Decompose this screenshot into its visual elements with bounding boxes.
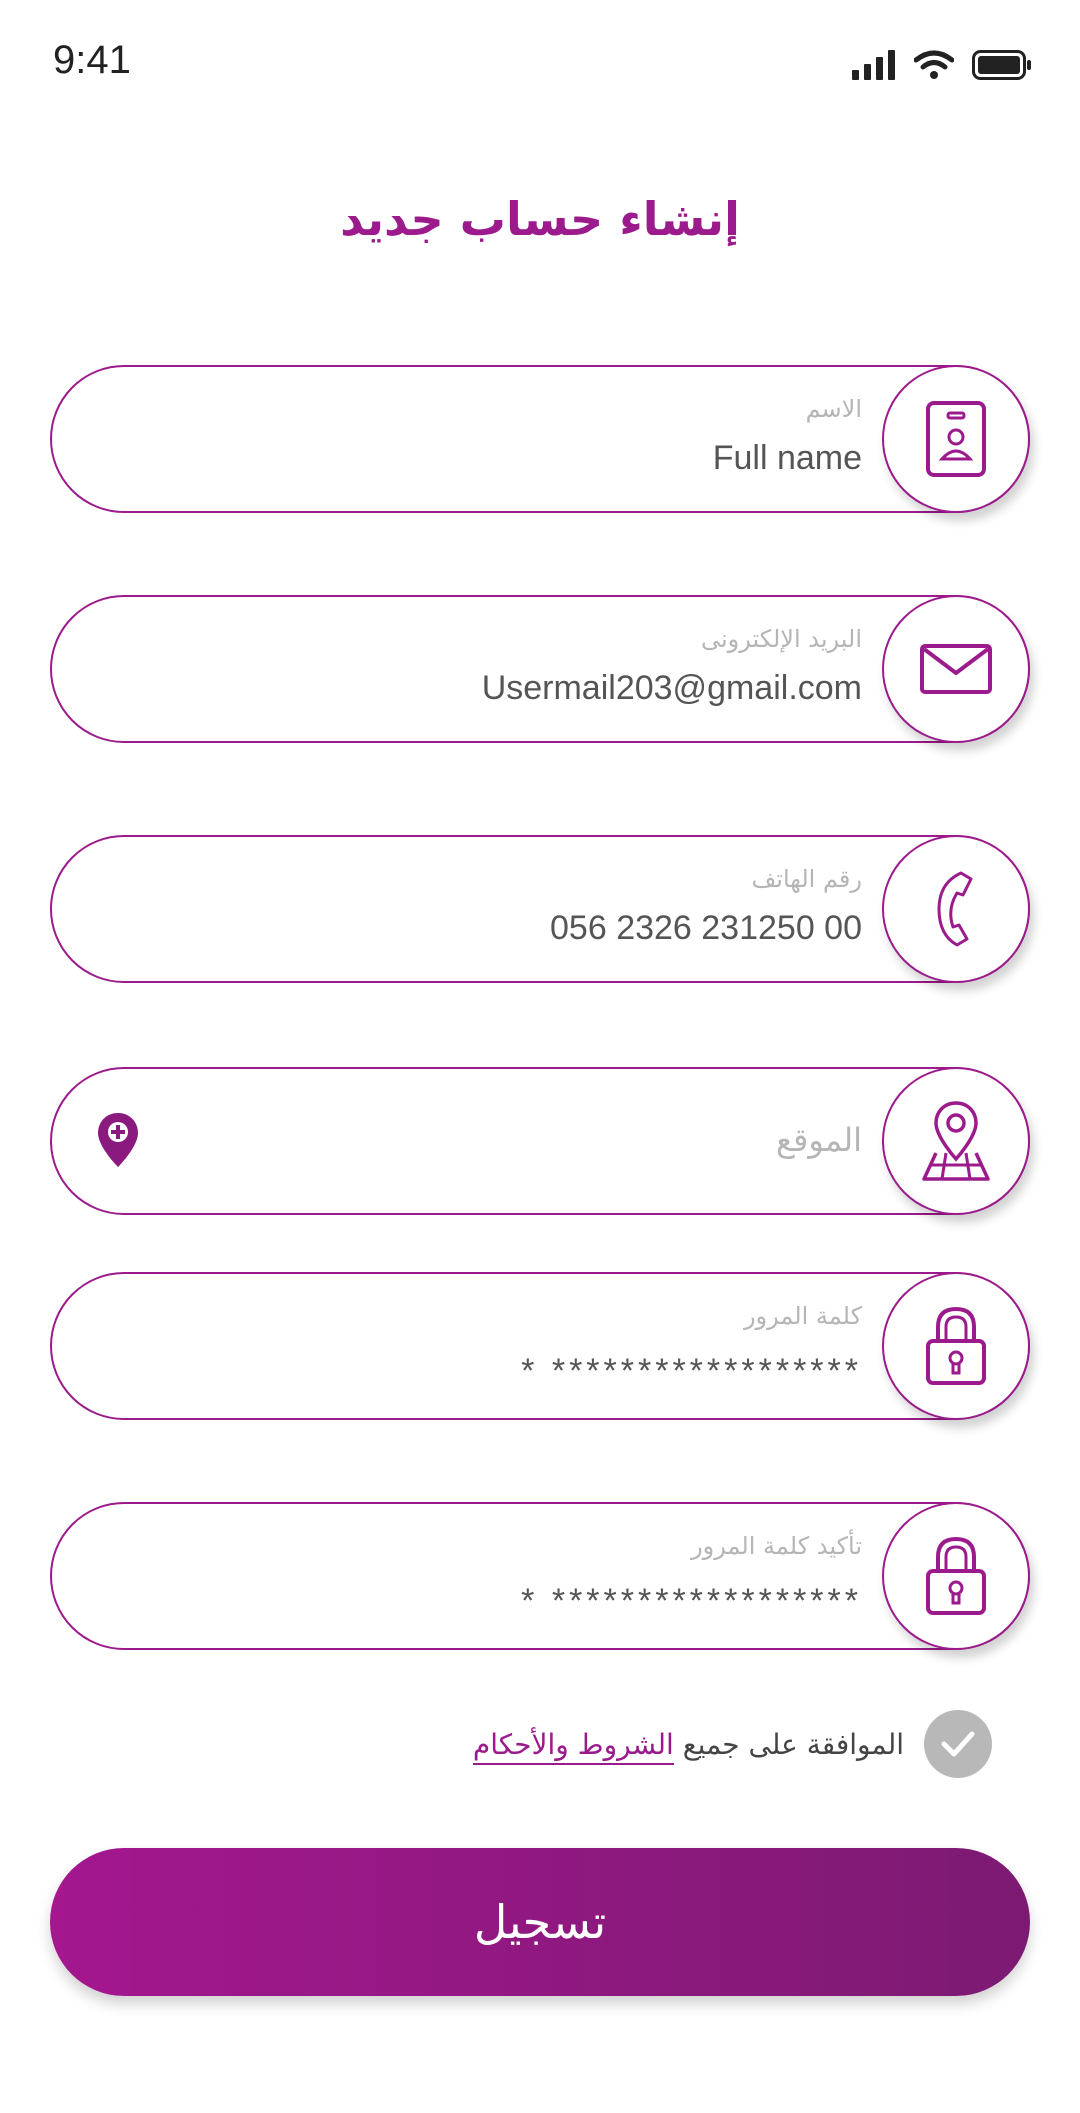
terms-text: الموافقة على جميع الشروط والأحكام (472, 1727, 904, 1765)
phone-field[interactable]: رقم الهاتف 056 2326 231250 00 (50, 835, 1030, 983)
battery-icon (972, 50, 1031, 80)
location-input[interactable]: الموقع (776, 1121, 862, 1159)
add-location-button[interactable] (96, 1111, 140, 1173)
page-title: إنشاء حساب جديد (340, 192, 740, 246)
password-icon-badge (882, 1272, 1030, 1420)
lock-icon (926, 1306, 986, 1385)
terms-prefix: الموافقة على جميع (682, 1727, 904, 1761)
phone-label: رقم الهاتف (751, 865, 862, 893)
confirm-password-label: تأكيد كلمة المرور (691, 1532, 862, 1560)
email-icon-badge (882, 595, 1030, 743)
status-bar: 9:41 (0, 0, 1080, 120)
email-label: البريد الإلكترونى (700, 625, 862, 653)
checkmark-icon (941, 1731, 975, 1757)
lock-icon (926, 1536, 986, 1615)
phone-icon (937, 871, 973, 947)
confirm-password-icon-badge (882, 1502, 1030, 1650)
phone-input[interactable]: 056 2326 231250 00 (550, 909, 862, 948)
status-icons (852, 50, 1032, 80)
register-button[interactable]: تسجيل (50, 1848, 1030, 1996)
password-input[interactable]: * ****************** (521, 1352, 862, 1391)
name-input[interactable]: Full name (713, 439, 862, 478)
name-icon-badge (882, 365, 1030, 513)
terms-link[interactable]: الشروط والأحكام (472, 1727, 674, 1765)
name-field[interactable]: الاسم Full name (50, 365, 1030, 513)
email-field[interactable]: البريد الإلكترونى Usermail203@gmail.com (50, 595, 1030, 743)
name-label: الاسم (805, 395, 862, 423)
envelope-icon (920, 644, 992, 694)
terms-checkbox[interactable] (924, 1710, 992, 1778)
location-field[interactable]: الموقع (50, 1067, 1030, 1215)
password-field[interactable]: كلمة المرور * ****************** (50, 1272, 1030, 1420)
id-card-icon (926, 401, 986, 477)
email-input[interactable]: Usermail203@gmail.com (482, 669, 862, 708)
signal-icon (852, 50, 895, 80)
wifi-icon (914, 50, 954, 79)
password-label: كلمة المرور (743, 1302, 862, 1330)
confirm-password-input[interactable]: * ****************** (521, 1582, 862, 1621)
terms-agreement: الموافقة على جميع الشروط والأحكام (472, 1710, 992, 1778)
phone-icon-badge (882, 835, 1030, 983)
confirm-password-field[interactable]: تأكيد كلمة المرور * ****************** (50, 1502, 1030, 1650)
location-icon-badge (882, 1067, 1030, 1215)
map-pin-icon (922, 1101, 990, 1181)
status-time: 9:41 (53, 38, 131, 82)
add-location-pin-icon (98, 1113, 138, 1167)
